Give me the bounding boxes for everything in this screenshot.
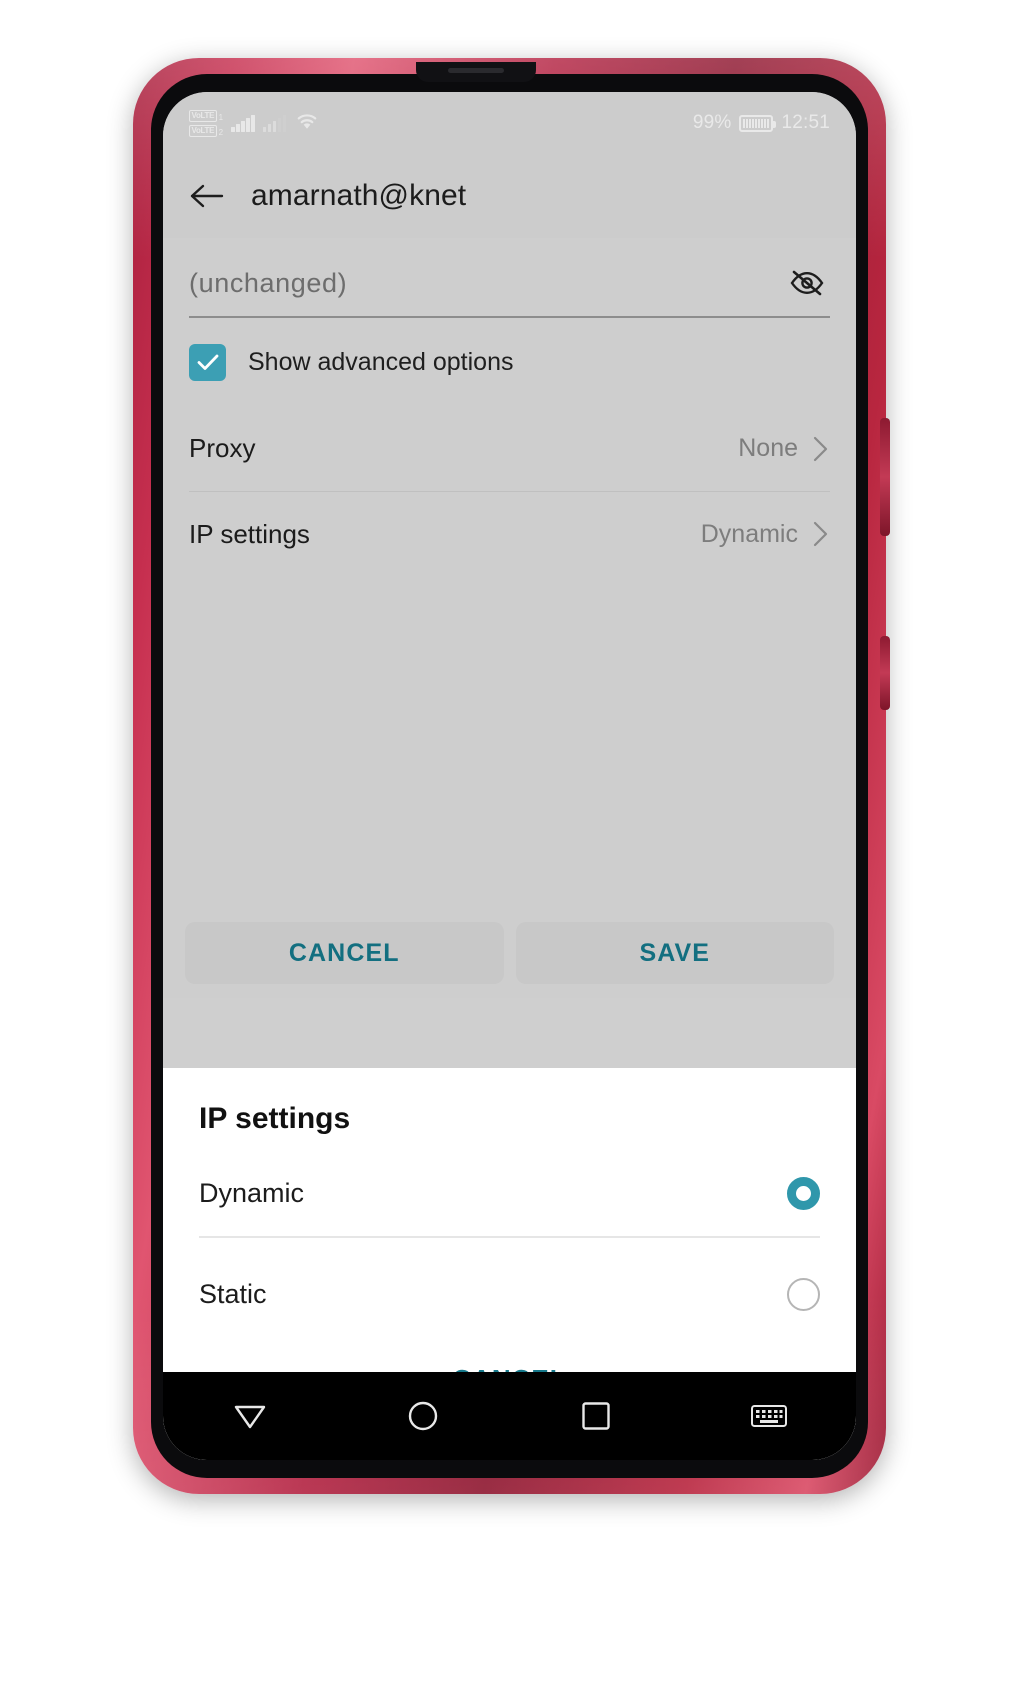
nav-home-circle-icon[interactable] bbox=[387, 1388, 459, 1444]
setting-value: Dynamic bbox=[700, 519, 798, 548]
eye-off-icon[interactable] bbox=[784, 262, 830, 304]
battery-icon bbox=[739, 114, 777, 132]
password-underline bbox=[189, 316, 830, 318]
option-label: Dynamic bbox=[199, 1177, 305, 1208]
advanced-options-checkbox[interactable] bbox=[189, 343, 226, 381]
status-bar-clock: 12:51 bbox=[781, 112, 830, 133]
status-bar-left: VoLTE 1 VoLTE 2 bbox=[189, 109, 320, 137]
volte-indicators: VoLTE 1 VoLTE 2 bbox=[189, 109, 224, 137]
volte-badge: VoLTE bbox=[189, 124, 217, 137]
dialog-option-dynamic[interactable]: Dynamic bbox=[163, 1150, 856, 1236]
setting-label: Proxy bbox=[189, 433, 256, 463]
power-button[interactable] bbox=[880, 636, 890, 710]
earpiece-speaker bbox=[448, 68, 504, 73]
show-advanced-options-row[interactable]: Show advanced options bbox=[163, 318, 856, 381]
status-bar: VoLTE 1 VoLTE 2 99% 12:51 bbox=[163, 92, 856, 154]
battery-percent: 99% bbox=[692, 112, 732, 133]
setting-value: None bbox=[738, 434, 798, 462]
advanced-options-label: Show advanced options bbox=[248, 347, 514, 376]
wifi-icon bbox=[294, 111, 320, 136]
dialog-title: IP settings bbox=[199, 1102, 351, 1135]
back-arrow-icon[interactable] bbox=[185, 174, 229, 218]
sim-number: 1 bbox=[218, 112, 224, 122]
nav-back-triangle-icon[interactable] bbox=[214, 1388, 286, 1444]
dialog-option-static[interactable]: Static bbox=[163, 1252, 856, 1338]
volte-sim1: VoLTE 1 bbox=[189, 109, 224, 122]
signal-bars-icon bbox=[231, 114, 255, 132]
save-button[interactable]: SAVE bbox=[515, 922, 834, 984]
sim-number: 2 bbox=[218, 127, 224, 137]
nav-recents-square-icon[interactable] bbox=[560, 1388, 632, 1444]
screenshot-root: VoLTE 1 VoLTE 2 99% 12:51 amarnath@knet … bbox=[0, 0, 1019, 1690]
app-bar: amarnath@knet bbox=[163, 154, 856, 238]
form-action-buttons: CANCEL SAVE bbox=[163, 922, 856, 998]
radio-button-selected[interactable] bbox=[787, 1176, 820, 1210]
chevron-right-icon bbox=[812, 520, 830, 548]
password-input-wrap[interactable]: (unchanged) bbox=[189, 262, 830, 316]
chevron-right-icon bbox=[812, 435, 830, 463]
cancel-button[interactable]: CANCEL bbox=[185, 922, 504, 984]
phone-screen: VoLTE 1 VoLTE 2 99% 12:51 amarnath@knet … bbox=[163, 92, 856, 1460]
volume-button[interactable] bbox=[880, 418, 890, 536]
option-label: Static bbox=[199, 1279, 267, 1309]
volte-sim2: VoLTE 2 bbox=[189, 124, 224, 137]
nav-keyboard-icon[interactable] bbox=[733, 1388, 805, 1444]
password-input[interactable]: (unchanged) bbox=[189, 268, 347, 299]
setting-row-ip-settings[interactable]: IP settings Dynamic bbox=[163, 492, 856, 576]
page-title: amarnath@knet bbox=[251, 179, 467, 212]
password-field-row: (unchanged) bbox=[163, 238, 856, 318]
setting-label: IP settings bbox=[189, 518, 310, 549]
setting-row-proxy[interactable]: Proxy None bbox=[163, 407, 856, 491]
android-navigation-bar bbox=[163, 1372, 856, 1460]
signal-bars-icon bbox=[262, 114, 287, 132]
status-bar-right: 99% 12:51 bbox=[693, 112, 830, 134]
wifi-config-form: (unchanged) Show advanced options Proxy … bbox=[163, 238, 856, 998]
volte-badge: VoLTE bbox=[189, 109, 217, 122]
dialog-divider bbox=[199, 1236, 820, 1238]
radio-button-unselected[interactable] bbox=[787, 1278, 820, 1311]
